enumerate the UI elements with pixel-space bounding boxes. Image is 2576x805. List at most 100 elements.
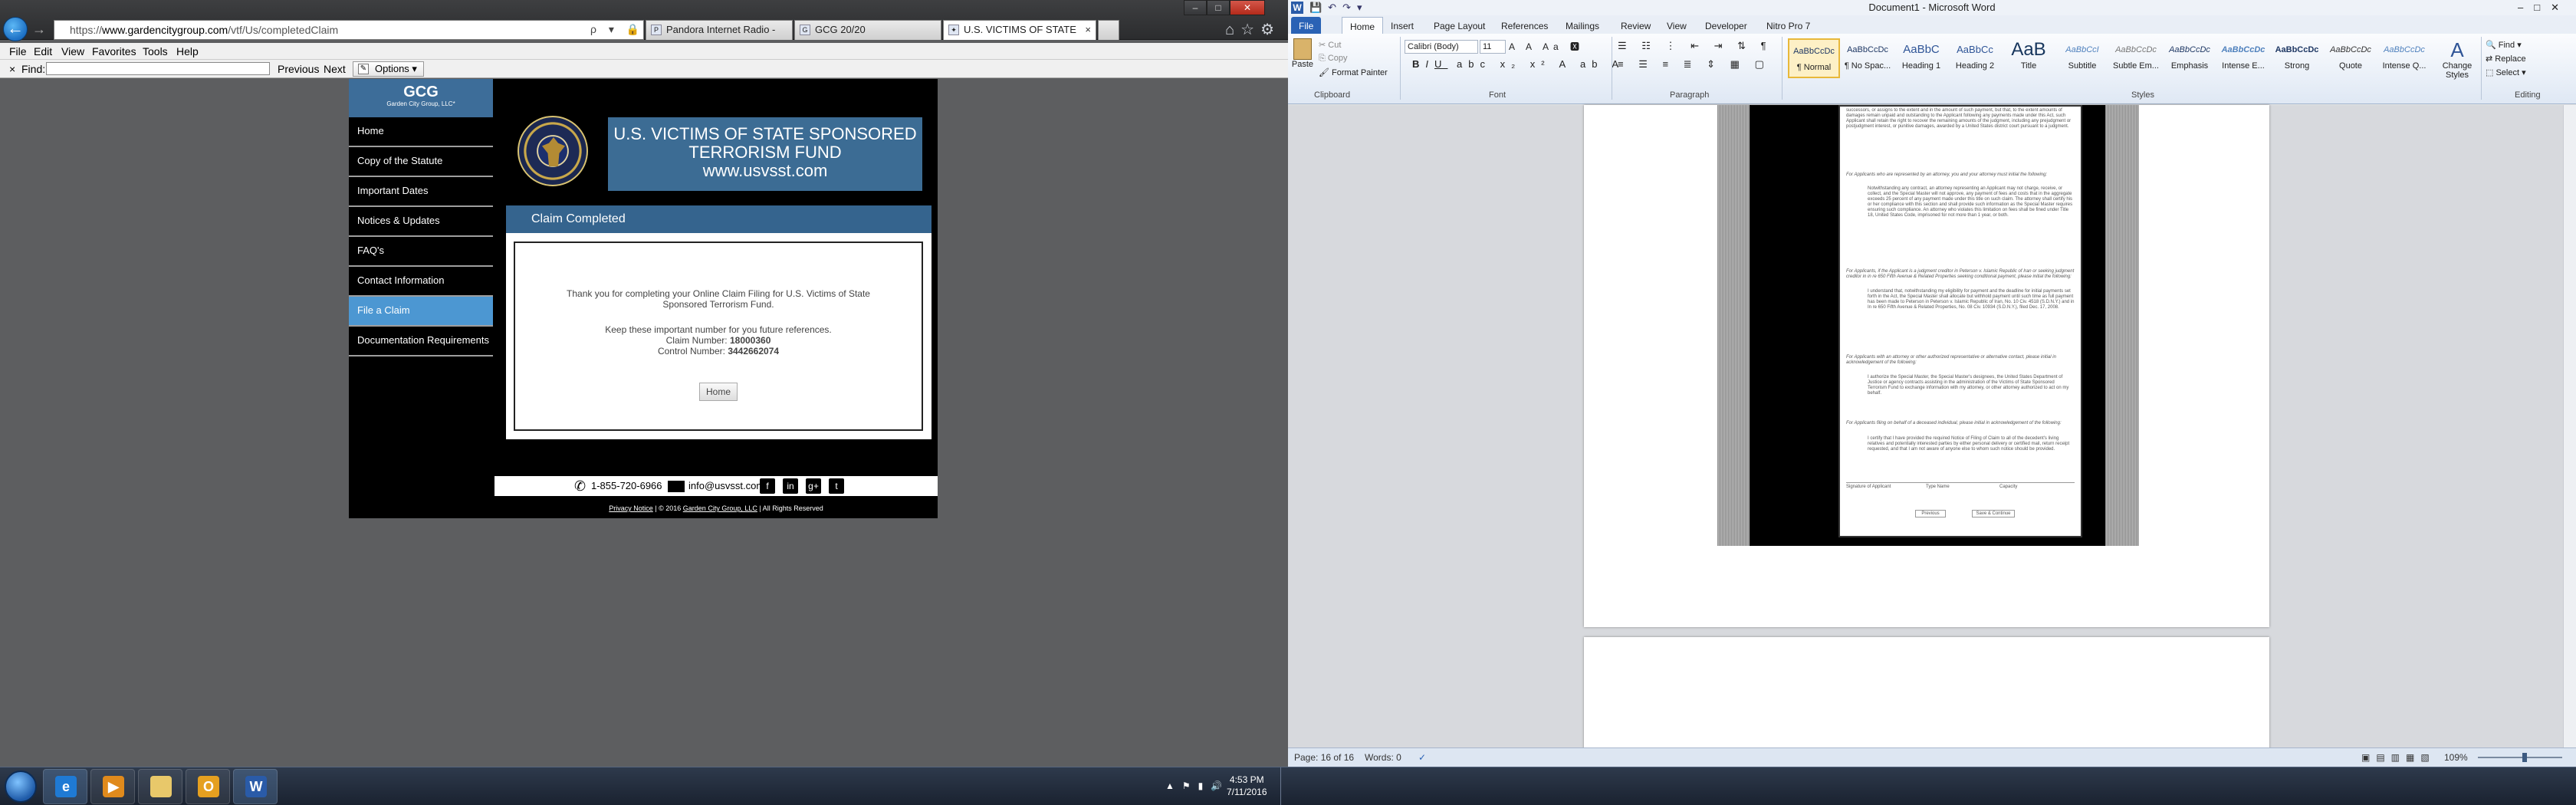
maximize-button[interactable]: □ — [1207, 0, 1230, 15]
menu-file[interactable]: File — [9, 43, 27, 60]
menu-help[interactable]: Help — [176, 43, 199, 60]
network-icon[interactable]: ▮ — [1198, 780, 1211, 791]
email-link[interactable]: info@usvsst.com — [688, 476, 764, 496]
replace-button[interactable]: ⇄ Replace — [2486, 54, 2526, 64]
find-input[interactable] — [46, 62, 270, 75]
nav-home[interactable]: Home — [349, 117, 493, 147]
menu-edit[interactable]: Edit — [34, 43, 52, 60]
style-no-spacing[interactable]: AaBbCcDc ¶ No Spac... — [1842, 38, 1894, 78]
linkedin-icon[interactable]: in — [783, 478, 798, 494]
tab-nitro[interactable]: Nitro Pro 7 — [1759, 17, 1818, 34]
show-desktop-button[interactable] — [1280, 767, 1288, 805]
tab-page-layout[interactable]: Page Layout — [1426, 17, 1493, 34]
word-count[interactable]: Words: 0 — [1365, 748, 1401, 767]
nav-contact[interactable]: Contact Information — [349, 267, 493, 297]
clock[interactable]: 4:53 PM 7/11/2016 — [1227, 774, 1267, 798]
system-tray[interactable]: ▲⚑▮🔊 — [1165, 780, 1230, 791]
find-next-button[interactable]: Next — [324, 60, 346, 78]
tab-review[interactable]: Review — [1613, 17, 1658, 34]
tab-usvsst[interactable]: ✦ U.S. VICTIMS OF STATE SP... × — [943, 20, 1096, 40]
home-icon[interactable]: ⌂ — [1225, 21, 1240, 38]
taskbar-ie[interactable]: e — [43, 769, 87, 804]
taskbar-media-player[interactable]: ▶ — [90, 769, 135, 804]
close-find-icon[interactable]: × — [9, 60, 15, 78]
zoom-level[interactable]: 109% — [2444, 748, 2468, 767]
new-tab-button[interactable] — [1098, 20, 1119, 40]
style-subtitle[interactable]: AaBbCcI Subtitle — [2056, 38, 2108, 78]
select-button[interactable]: ⬚ Select ▾ — [2486, 67, 2526, 77]
nav-notices[interactable]: Notices & Updates — [349, 207, 493, 237]
style-emphasis[interactable]: AaBbCcDc Emphasis — [2164, 38, 2216, 78]
change-styles-button[interactable]: A Change Styles — [2438, 38, 2476, 80]
minimize-button[interactable]: – — [1184, 0, 1207, 15]
home-button[interactable]: Home — [699, 383, 738, 401]
start-button[interactable] — [5, 770, 37, 803]
menu-tools[interactable]: Tools — [143, 43, 168, 60]
style-intense-emphasis[interactable]: AaBbCcDc Intense E... — [2217, 38, 2269, 78]
find-previous-button[interactable]: Previous — [278, 60, 319, 78]
forward-button[interactable]: → — [32, 21, 48, 38]
taskbar-outlook[interactable]: O — [186, 769, 230, 804]
copy-button[interactable]: ⎘ Copy — [1319, 54, 1348, 64]
flag-icon[interactable]: ⚑ — [1182, 780, 1198, 791]
tab-home[interactable]: Home — [1342, 17, 1384, 34]
nav-faqs[interactable]: FAQ's — [349, 237, 493, 267]
font-name-select[interactable]: Calibri (Body) — [1405, 40, 1478, 54]
twitter-icon[interactable]: t — [829, 478, 844, 494]
format-buttons[interactable]: BIU abc x₂ x² A ab A — [1412, 58, 1625, 70]
tab-view[interactable]: View — [1659, 17, 1694, 34]
style-title[interactable]: AaB Title — [2003, 38, 2055, 78]
paste-button[interactable]: Paste — [1291, 38, 1314, 77]
style-heading2[interactable]: AaBbCc Heading 2 — [1949, 38, 2001, 78]
taskbar-explorer[interactable] — [138, 769, 182, 804]
tab-file[interactable]: File — [1291, 17, 1322, 34]
nav-file-claim[interactable]: File a Claim — [349, 297, 493, 327]
tab-references[interactable]: References — [1493, 17, 1556, 34]
gcg-logo[interactable]: GCG Garden City Group, LLC* — [349, 79, 493, 117]
tab-pandora[interactable]: P Pandora Internet Radio - Listen... — [646, 20, 793, 40]
show-hidden-icon[interactable]: ▲ — [1165, 780, 1182, 791]
facebook-icon[interactable]: f — [760, 478, 775, 494]
page-indicator[interactable]: Page: 16 of 16 — [1294, 748, 1354, 767]
privacy-link[interactable]: Privacy Notice — [609, 504, 653, 512]
view-buttons[interactable]: ▣▤▥▦▧ — [2361, 748, 2436, 767]
back-button[interactable]: ← — [3, 17, 28, 41]
gcg-link[interactable]: Garden City Group, LLC — [683, 504, 757, 512]
document-page[interactable]: successors, or assigns to the extent and… — [1584, 105, 2269, 627]
zoom-slider[interactable] — [2478, 753, 2562, 762]
proofing-icon[interactable]: ✓ — [1418, 748, 1426, 767]
style-quote[interactable]: AaBbCcDc Quote — [2325, 38, 2377, 78]
menu-favorites[interactable]: Favorites — [92, 43, 136, 60]
nav-statute[interactable]: Copy of the Statute — [349, 147, 493, 177]
find-button[interactable]: 🔍 Find ▾ — [2486, 40, 2522, 50]
list-buttons[interactable]: ☰ ☷ ⋮ ⇤ ⇥ ⇅ ¶ — [1618, 40, 1773, 52]
taskbar-word[interactable]: W — [233, 769, 278, 804]
align-buttons[interactable]: ≡ ☰ ≡ ≣ ⇕ ▦ ▢ — [1618, 58, 1770, 71]
zoom-thumb[interactable] — [2522, 753, 2527, 762]
style-normal[interactable]: AaBbCcDc ¶ Normal — [1788, 38, 1840, 78]
tab-insert[interactable]: Insert — [1383, 17, 1421, 34]
close-button[interactable]: ✕ — [1230, 0, 1265, 15]
cut-button[interactable]: ✂ Cut — [1319, 40, 1341, 50]
google-plus-icon[interactable]: g+ — [806, 478, 821, 494]
style-strong[interactable]: AaBbCcDc Strong — [2271, 38, 2323, 78]
nav-documentation[interactable]: Documentation Requirements — [349, 327, 493, 356]
word-window-controls[interactable]: –□✕ — [2518, 0, 2570, 15]
tab-developer[interactable]: Developer — [1697, 17, 1755, 34]
style-intense-quote[interactable]: AaBbCcDc Intense Q... — [2378, 38, 2430, 78]
favorites-star-icon[interactable]: ☆ — [1240, 21, 1260, 38]
document-page[interactable] — [1584, 637, 2269, 752]
font-size-select[interactable]: 11 — [1480, 40, 1506, 54]
style-heading1[interactable]: AaBbC Heading 1 — [1895, 38, 1947, 78]
menu-view[interactable]: View — [61, 43, 84, 60]
find-options-button[interactable]: ✎ Options ▾ — [353, 61, 424, 77]
close-tab-icon[interactable]: × — [1085, 21, 1091, 39]
grow-shrink-icons[interactable]: A A Aa 🆇 — [1509, 40, 1584, 53]
format-painter-button[interactable]: 🖌 Format Painter — [1319, 67, 1388, 77]
tab-mailings[interactable]: Mailings — [1558, 17, 1607, 34]
gear-icon[interactable]: ⚙ — [1260, 21, 1280, 38]
vertical-scrollbar[interactable] — [2563, 105, 2576, 748]
nav-important-dates[interactable]: Important Dates — [349, 177, 493, 207]
address-bar[interactable]: https://www.gardencitygroup.com/vtf/Us/c… — [54, 20, 644, 40]
tab-gcg[interactable]: G GCG 20/20 — [794, 20, 941, 40]
